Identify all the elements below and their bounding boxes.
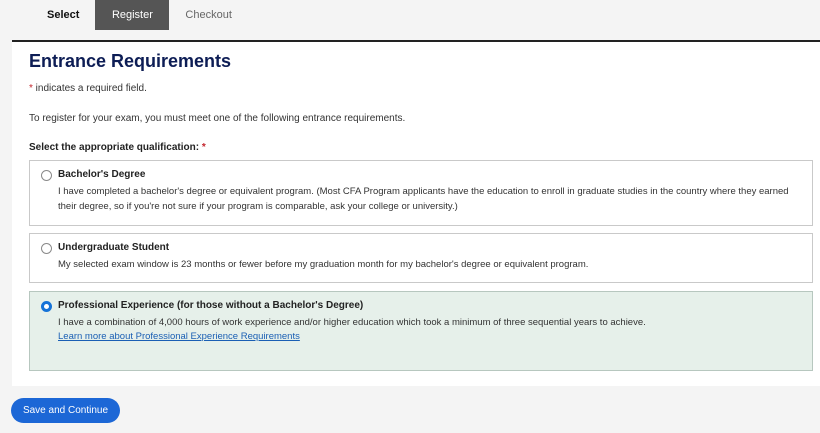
tab-select[interactable]: Select xyxy=(30,0,95,30)
page-title: Entrance Requirements xyxy=(29,51,232,71)
professional-experience-link[interactable]: Learn more about Professional Experience… xyxy=(58,331,300,342)
qualification-label-text: Select the appropriate qualification: xyxy=(29,142,202,153)
option-professional-experience[interactable]: Professional Experience (for those witho… xyxy=(29,291,813,371)
radio-bachelors-degree[interactable] xyxy=(41,170,52,181)
entrance-requirements-card: Entrance Requirements * indicates a requ… xyxy=(12,40,820,386)
option-undergraduate-student[interactable]: Undergraduate Student My selected exam w… xyxy=(29,233,813,283)
qualification-label: Select the appropriate qualification: * xyxy=(29,142,206,153)
step-tabs: Select Register Checkout xyxy=(30,0,247,30)
tab-register[interactable]: Register xyxy=(95,0,170,30)
option-description: I have completed a bachelor's degree or … xyxy=(58,186,789,212)
option-title: Bachelor's Degree xyxy=(58,169,146,180)
radio-undergraduate-student[interactable] xyxy=(41,243,52,254)
tab-checkout[interactable]: Checkout xyxy=(169,0,246,30)
option-bachelors-degree[interactable]: Bachelor's Degree I have completed a bac… xyxy=(29,160,813,226)
qualification-required-star: * xyxy=(201,142,206,153)
save-and-continue-button[interactable]: Save and Continue xyxy=(11,398,120,423)
option-title: Professional Experience (for those witho… xyxy=(58,300,364,311)
intro-text: To register for your exam, you must meet… xyxy=(29,113,406,124)
required-note-text: indicates a required field. xyxy=(32,83,147,94)
option-description: My selected exam window is 23 months or … xyxy=(58,259,589,270)
radio-professional-experience[interactable] xyxy=(41,301,52,312)
option-title: Undergraduate Student xyxy=(58,242,170,253)
required-note: * indicates a required field. xyxy=(29,83,147,94)
option-description: I have a combination of 4,000 hours of w… xyxy=(58,317,646,328)
